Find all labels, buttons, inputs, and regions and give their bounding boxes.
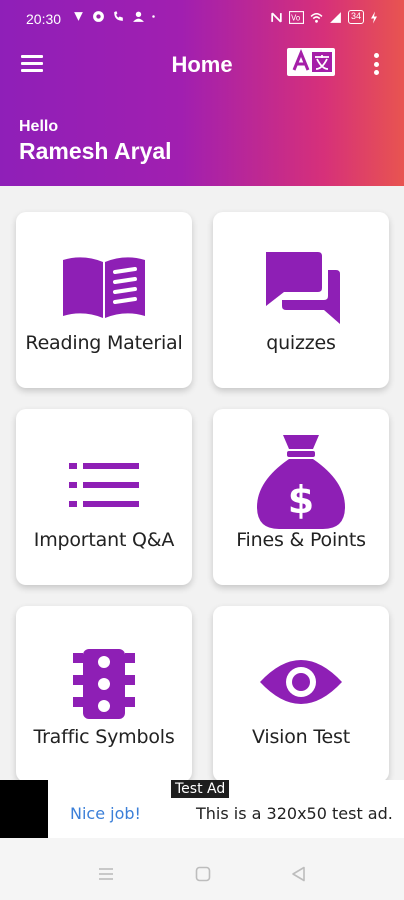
page-title: Home xyxy=(171,52,233,77)
card-vision-test[interactable]: Vision Test xyxy=(213,606,389,782)
ad-text: This is a 320x50 test ad. xyxy=(196,804,393,823)
card-label: Vision Test xyxy=(252,726,350,748)
eye-icon xyxy=(213,642,389,722)
money-bag-icon: $ xyxy=(213,435,389,531)
status-bar: 20:30 Vo 34 xyxy=(0,0,404,38)
app-bar: Home xyxy=(0,40,404,88)
test-ad-badge: Test Ad xyxy=(171,780,230,798)
card-important-qa[interactable]: Important Q&A xyxy=(16,409,192,585)
ad-nice-job[interactable]: Nice job! xyxy=(70,804,141,823)
header: 20:30 Vo 34 Home Hello Ramesh Aryal xyxy=(0,0,404,186)
battery-icon: 34 xyxy=(347,10,364,24)
card-label: Reading Material xyxy=(25,332,183,354)
more-vert-icon[interactable] xyxy=(374,53,380,75)
app-icon xyxy=(93,11,104,22)
wifi-icon xyxy=(310,12,323,23)
vpn-icon xyxy=(74,12,83,21)
card-label: Traffic Symbols xyxy=(33,726,175,748)
card-label: Important Q&A xyxy=(33,529,175,551)
chat-bubbles-icon xyxy=(213,248,389,328)
ad-banner[interactable]: Nice job! This is a 320x50 test ad. Test… xyxy=(0,780,404,838)
ad-image xyxy=(0,780,48,838)
greeting-hello: Hello xyxy=(19,118,59,135)
dot-icon xyxy=(152,15,155,18)
signal-icon xyxy=(330,11,341,23)
list-icon xyxy=(16,445,192,525)
card-label: quizzes xyxy=(266,332,336,354)
status-time: 20:30 xyxy=(26,11,62,27)
back-icon[interactable] xyxy=(290,865,308,883)
status-right-icons: Vo 34 xyxy=(270,10,378,24)
volte-icon: Vo xyxy=(288,10,304,24)
nfc-icon xyxy=(271,12,282,22)
traffic-light-icon xyxy=(16,644,192,724)
svg-text:$: $ xyxy=(288,478,314,522)
card-quizzes[interactable]: quizzes xyxy=(213,212,389,388)
card-traffic-symbols[interactable]: Traffic Symbols xyxy=(16,606,192,782)
home-icon[interactable] xyxy=(194,865,212,883)
translate-icon[interactable] xyxy=(286,47,336,77)
card-label: Fines & Points xyxy=(236,529,366,551)
recents-icon[interactable] xyxy=(97,865,115,883)
status-left-icons xyxy=(72,10,158,23)
system-nav-bar xyxy=(0,838,404,900)
svg-text:Vo: Vo xyxy=(291,13,301,22)
card-fines-points[interactable]: $ Fines & Points xyxy=(213,409,389,585)
charging-icon xyxy=(371,11,377,23)
call-icon xyxy=(114,11,123,21)
user-name: Ramesh Aryal xyxy=(19,138,172,164)
card-reading-material[interactable]: Reading Material xyxy=(16,212,192,388)
person-icon xyxy=(133,11,144,22)
book-icon xyxy=(16,248,192,328)
